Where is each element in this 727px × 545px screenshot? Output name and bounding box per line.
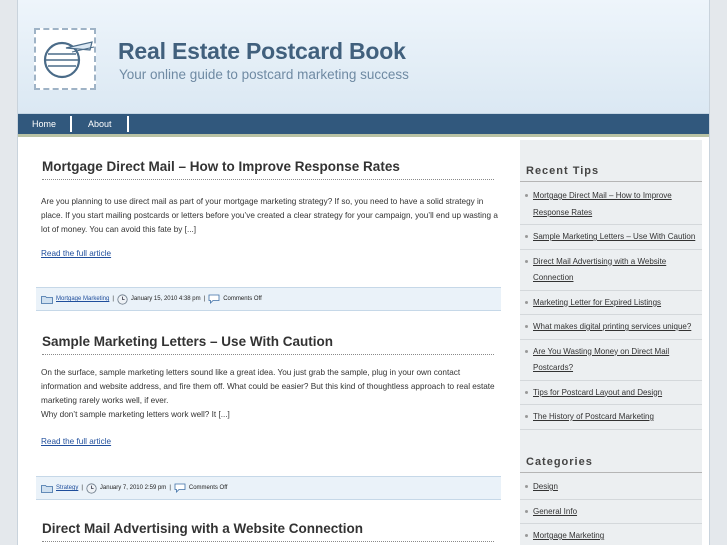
site-tagline: Your online guide to postcard marketing … (119, 67, 409, 82)
post-excerpt-line: On the surface, sample marketing letters… (41, 368, 495, 405)
folder-icon (41, 295, 53, 304)
recent-tip-link[interactable]: The History of Postcard Marketing (533, 412, 654, 421)
list-item: Mortgage Marketing (520, 524, 702, 545)
list-item: The History of Postcard Marketing (520, 405, 702, 430)
categories-list: Design General Info Mortgage Marketing (520, 475, 702, 545)
post-meta-bar: Mortgage Marketing | January 15, 2010 4:… (36, 287, 501, 311)
post-comments-status: Comments Off (223, 296, 262, 302)
clock-icon (86, 482, 97, 494)
list-item: What makes digital printing services uni… (520, 315, 702, 340)
read-more-link[interactable]: Read the full article (41, 249, 111, 258)
recent-tip-link[interactable]: Mortgage Direct Mail – How to Improve Re… (533, 191, 672, 217)
post-comments-status: Comments Off (188, 485, 228, 491)
clock-icon (117, 293, 128, 305)
recent-tips-list: Mortgage Direct Mail – How to Improve Re… (520, 184, 702, 430)
widget-title-categories: Categories (520, 456, 702, 473)
widget-title-recent-tips: Recent Tips (520, 165, 702, 182)
post-date: January 7, 2010 2:59 pm (99, 485, 167, 491)
category-link[interactable]: Design (533, 482, 558, 491)
post-excerpt-line: Why don’t sample marketing letters work … (41, 410, 230, 419)
meta-separator: | (203, 296, 206, 302)
recent-tip-link[interactable]: Tips for Postcard Layout and Design (533, 388, 662, 397)
list-item: Design (520, 475, 702, 500)
post-title[interactable]: Direct Mail Advertising with a Website C… (42, 521, 494, 542)
nav-underline (18, 134, 709, 137)
post-title[interactable]: Mortgage Direct Mail – How to Improve Re… (42, 159, 494, 180)
nav-item-about[interactable]: About (74, 114, 126, 134)
speech-bubble-icon (174, 483, 186, 493)
post-excerpt: On the surface, sample marketing letters… (41, 366, 499, 422)
recent-tip-link[interactable]: What makes digital printing services uni… (533, 322, 691, 331)
main-nav: Home About (18, 114, 709, 134)
nav-separator (70, 116, 72, 132)
meta-separator: | (81, 485, 83, 491)
folder-icon (41, 484, 53, 493)
stamp-envelope-icon (43, 41, 94, 79)
nav-item-home[interactable]: Home (18, 114, 70, 134)
recent-tip-link[interactable]: Sample Marketing Letters – Use With Caut… (533, 232, 695, 241)
list-item: Marketing Letter for Expired Listings (520, 291, 702, 315)
post-title[interactable]: Sample Marketing Letters – Use With Caut… (42, 334, 494, 355)
page-container: Real Estate Postcard Book Your online gu… (17, 0, 710, 545)
site-title[interactable]: Real Estate Postcard Book (118, 38, 406, 65)
meta-separator: | (169, 485, 171, 491)
post-category-link[interactable]: Strategy (56, 485, 78, 491)
recent-tip-link[interactable]: Marketing Letter for Expired Listings (533, 298, 661, 307)
recent-tip-link[interactable]: Direct Mail Advertising with a Website C… (533, 257, 666, 283)
list-item: Are You Wasting Money on Direct Mail Pos… (520, 340, 702, 381)
post-date: January 15, 2010 4:38 pm (130, 296, 201, 302)
list-item: Tips for Postcard Layout and Design (520, 381, 702, 405)
speech-bubble-icon (208, 294, 220, 304)
list-item: General Info (520, 500, 702, 524)
recent-tip-link[interactable]: Are You Wasting Money on Direct Mail Pos… (533, 347, 669, 373)
read-more-link[interactable]: Read the full article (41, 437, 111, 446)
post-meta-bar: Strategy | January 7, 2010 2:59 pm | Com… (36, 476, 501, 500)
post-excerpt: Are you planning to use direct mail as p… (41, 197, 498, 234)
category-link[interactable]: Mortgage Marketing (533, 531, 604, 540)
list-item: Sample Marketing Letters – Use With Caut… (520, 225, 702, 250)
site-header: Real Estate Postcard Book Your online gu… (18, 0, 709, 114)
sidebar: Recent Tips Mortgage Direct Mail – How t… (520, 140, 702, 545)
post-category-link[interactable]: Mortgage Marketing (56, 296, 109, 302)
list-item: Direct Mail Advertising with a Website C… (520, 250, 702, 291)
list-item: Mortgage Direct Mail – How to Improve Re… (520, 184, 702, 225)
nav-separator (127, 116, 129, 132)
postage-stamp-icon[interactable] (34, 28, 96, 90)
meta-separator: | (112, 296, 114, 302)
category-link[interactable]: General Info (533, 507, 577, 516)
